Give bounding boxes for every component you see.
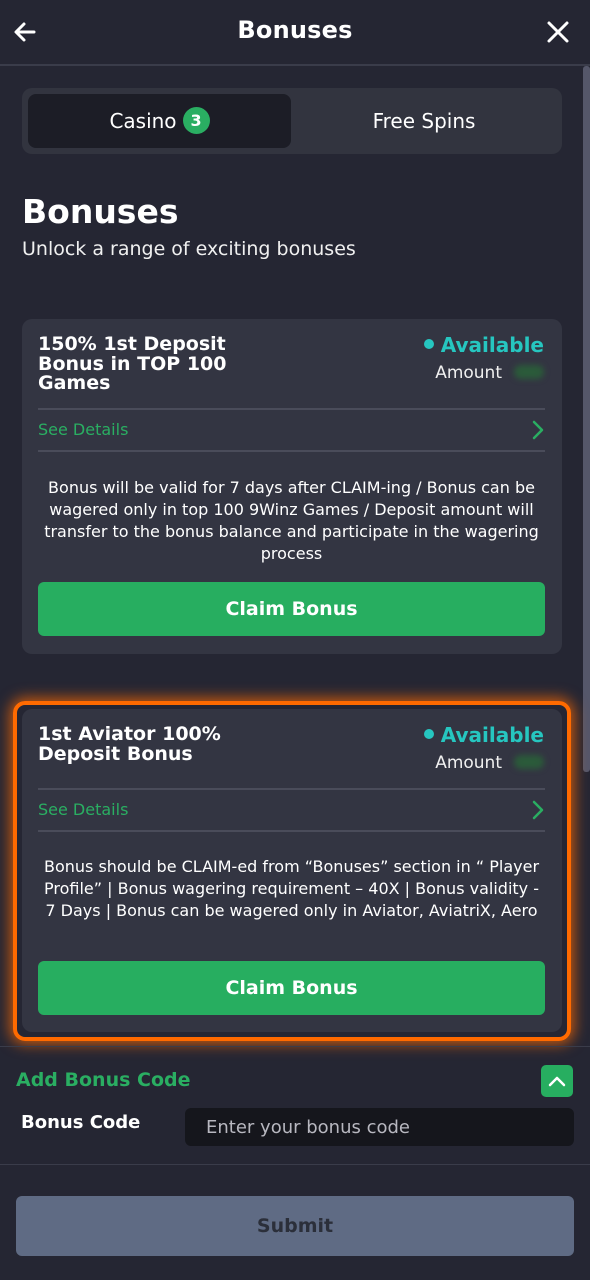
bonus-card: 150% 1st Deposit Bonus in TOP 100 Games …: [22, 319, 562, 654]
bonus-card: 1st Aviator 100% Deposit Bonus Available…: [22, 709, 562, 1032]
status-badge: Available: [423, 723, 544, 747]
see-details-row[interactable]: See Details: [38, 408, 545, 452]
see-details-link[interactable]: See Details: [38, 800, 128, 819]
tab-casino[interactable]: Casino 3: [28, 94, 291, 148]
page-subtitle: Unlock a range of exciting bonuses: [22, 238, 356, 260]
chevron-right-icon: [531, 419, 545, 441]
bonus-description: Bonus should be CLAIM-ed from “Bonuses” …: [43, 857, 540, 920]
bonus-description: Bonus will be valid for 7 days after CLA…: [44, 478, 539, 563]
page-title: Bonuses: [22, 192, 179, 231]
tab-free-spins-label: Free Spins: [372, 109, 476, 133]
status-dot-icon: [423, 339, 434, 349]
see-details-row[interactable]: See Details: [38, 788, 545, 832]
amount-row: Amount: [435, 753, 544, 773]
amount-row: Amount: [435, 363, 544, 383]
status-label: Available: [440, 333, 544, 357]
tab-casino-label: Casino: [109, 109, 177, 133]
status-label: Available: [440, 723, 544, 747]
close-icon[interactable]: [544, 18, 572, 46]
status-badge: Available: [423, 333, 544, 357]
bonus-code-label: Bonus Code: [21, 1112, 141, 1133]
bonus-code-section: Add Bonus Code Bonus Code: [0, 1046, 590, 1165]
see-details-link[interactable]: See Details: [38, 420, 128, 439]
tab-free-spins[interactable]: Free Spins: [292, 94, 556, 148]
claim-bonus-button[interactable]: Claim Bonus: [38, 961, 545, 1015]
header: Bonuses: [0, 0, 590, 66]
bonus-title: 1st Aviator 100% Deposit Bonus: [38, 723, 221, 765]
hidden-amount: [514, 365, 544, 379]
tab-bar: Casino 3 Free Spins: [22, 88, 562, 154]
casino-count-badge: 3: [182, 107, 210, 134]
chevron-up-icon: [548, 1076, 566, 1087]
amount-label: Amount: [435, 753, 502, 773]
bonus-title: 150% 1st Deposit Bonus in TOP 100 Games: [38, 333, 227, 394]
add-bonus-code-label[interactable]: Add Bonus Code: [16, 1069, 191, 1091]
amount-label: Amount: [435, 363, 502, 383]
header-title: Bonuses: [237, 16, 353, 44]
bonus-code-input[interactable]: [185, 1108, 574, 1146]
status-dot-icon: [423, 729, 434, 739]
submit-button[interactable]: Submit: [16, 1196, 574, 1256]
collapse-toggle-button[interactable]: [541, 1065, 573, 1097]
hidden-amount: [514, 755, 544, 769]
claim-bonus-button[interactable]: Claim Bonus: [38, 582, 545, 636]
chevron-right-icon: [531, 799, 545, 821]
scrollbar[interactable]: [583, 66, 590, 772]
